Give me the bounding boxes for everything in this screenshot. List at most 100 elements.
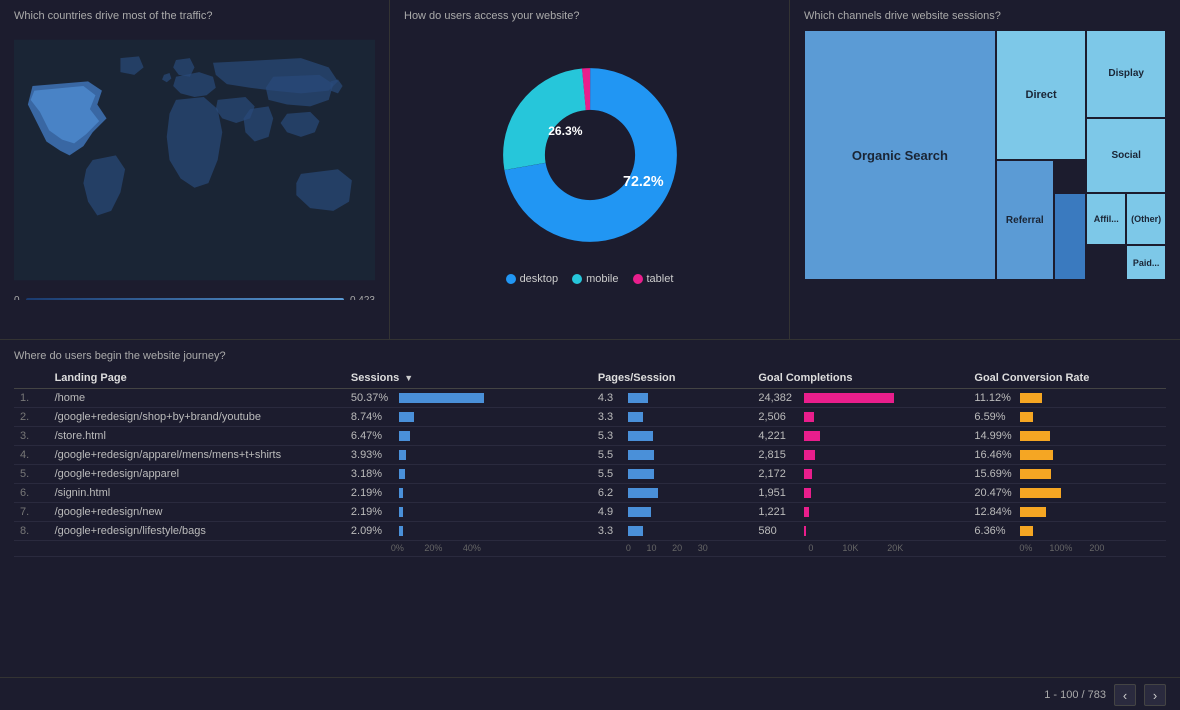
row-pages: 4.3 [592, 389, 753, 408]
rate-bar [1020, 450, 1053, 460]
row-pages: 4.9 [592, 503, 753, 522]
sessions-bar [399, 431, 410, 441]
axis-g0: 0 [808, 543, 813, 553]
axis-r100: 100% [1049, 543, 1072, 553]
world-map [14, 30, 375, 290]
row-rate: 20.47% [968, 484, 1166, 503]
axis-p0: 0 [626, 543, 631, 553]
donut-legend: desktop mobile tablet [506, 273, 674, 285]
row-goals: 2,172 [752, 465, 968, 484]
goals-bar [804, 431, 820, 441]
row-sessions: 3.18% [345, 465, 592, 484]
treemap-other: (Other) [1126, 193, 1166, 246]
axis-g10k: 10K [842, 543, 858, 553]
mobile-dot [572, 274, 582, 284]
col-num [14, 368, 49, 389]
row-goals: 1,221 [752, 503, 968, 522]
row-rate: 11.12% [968, 389, 1166, 408]
donut-title: How do users access your website? [404, 10, 775, 22]
legend-desktop: desktop [506, 273, 559, 285]
row-page: /google+redesign/new [49, 503, 345, 522]
donut-chart: 72.2% 26.3% [480, 45, 700, 265]
row-num: 1. [14, 389, 49, 408]
rate-bar [1020, 393, 1042, 403]
axis-g20k: 20K [887, 543, 903, 553]
axis-s0: 0% [391, 543, 404, 553]
treemap-affil: Affil... [1086, 193, 1126, 246]
sessions-bar [399, 393, 484, 403]
pagination: 1 - 100 / 783 ‹ › [0, 677, 1180, 710]
row-page: /store.html [49, 427, 345, 446]
table-row: 3. /store.html 6.47% 5.3 4,221 14.99% [14, 427, 1166, 446]
row-goals: 24,382 [752, 389, 968, 408]
rate-bar [1020, 526, 1033, 536]
row-rate: 12.84% [968, 503, 1166, 522]
treemap-container: Organic Search Direct Referral Display [804, 30, 1166, 300]
row-rate: 6.59% [968, 408, 1166, 427]
rate-bar [1020, 469, 1051, 479]
sort-icon: ▼ [404, 373, 413, 383]
rate-bar [1020, 488, 1061, 498]
map-container: 0 0.423 [14, 30, 375, 300]
dashboard: Which countries drive most of the traffi… [0, 0, 1180, 710]
tablet-label-text: tablet [647, 273, 674, 285]
prev-page-button[interactable]: ‹ [1114, 684, 1136, 706]
pages-bar [628, 469, 654, 479]
axis-r0: 0% [1019, 543, 1032, 553]
row-num: 4. [14, 446, 49, 465]
desktop-dot [506, 274, 516, 284]
row-pages: 6.2 [592, 484, 753, 503]
sessions-bar [399, 526, 403, 536]
treemap-social: Social [1086, 118, 1166, 193]
row-goals: 4,221 [752, 427, 968, 446]
rate-bar [1020, 431, 1050, 441]
sessions-bar [399, 450, 406, 460]
sessions-bar [399, 412, 414, 422]
row-num: 7. [14, 503, 49, 522]
axis-s20: 20% [424, 543, 442, 553]
row-page: /google+redesign/lifestyle/bags [49, 522, 345, 541]
row-sessions: 2.19% [345, 503, 592, 522]
rate-bar [1020, 507, 1046, 517]
legend-mobile: mobile [572, 273, 618, 285]
bottom-section: Where do users begin the website journey… [0, 340, 1180, 677]
table-row: 5. /google+redesign/apparel 3.18% 5.5 2,… [14, 465, 1166, 484]
treemap-display: Display [1086, 30, 1166, 118]
row-pages: 3.3 [592, 522, 753, 541]
treemap: Organic Search Direct Referral Display [804, 30, 1166, 280]
axis-row: 0% 20% 40% 0 10 20 30 0 [14, 541, 1166, 557]
col-sessions[interactable]: Sessions ▼ [345, 368, 592, 389]
table-title: Where do users begin the website journey… [14, 350, 1166, 362]
row-goals: 1,951 [752, 484, 968, 503]
row-sessions: 50.37% [345, 389, 592, 408]
treemap-panel: Which channels drive website sessions? O… [790, 0, 1180, 339]
next-page-button[interactable]: › [1144, 684, 1166, 706]
goals-bar [804, 412, 814, 422]
table-row: 8. /google+redesign/lifestyle/bags 2.09%… [14, 522, 1166, 541]
sessions-bar [399, 507, 403, 517]
row-rate: 14.99% [968, 427, 1166, 446]
row-page: /signin.html [49, 484, 345, 503]
desktop-label-text: desktop [520, 273, 559, 285]
scale-max: 0.423 [350, 295, 375, 300]
table-row: 4. /google+redesign/apparel/mens/mens+t+… [14, 446, 1166, 465]
row-num: 8. [14, 522, 49, 541]
col-goals: Goal Completions [752, 368, 968, 389]
goals-bar [804, 393, 894, 403]
pages-bar [628, 450, 654, 460]
row-page: /google+redesign/apparel/mens/mens+t+shi… [49, 446, 345, 465]
scale-bar [26, 298, 344, 301]
table-header: Landing Page Sessions ▼ Pages/Session Go… [14, 368, 1166, 389]
row-num: 6. [14, 484, 49, 503]
pages-bar [628, 431, 653, 441]
mobile-label: 26.3% [548, 124, 583, 138]
table-row: 7. /google+redesign/new 2.19% 4.9 1,221 … [14, 503, 1166, 522]
row-goals: 2,506 [752, 408, 968, 427]
goals-bar [804, 450, 815, 460]
axis-p10: 10 [646, 543, 656, 553]
row-num: 5. [14, 465, 49, 484]
axis-s40: 40% [463, 543, 481, 553]
row-rate: 16.46% [968, 446, 1166, 465]
donut-panel: How do users access your website? 72.2% [390, 0, 790, 339]
data-table: Landing Page Sessions ▼ Pages/Session Go… [14, 368, 1166, 557]
